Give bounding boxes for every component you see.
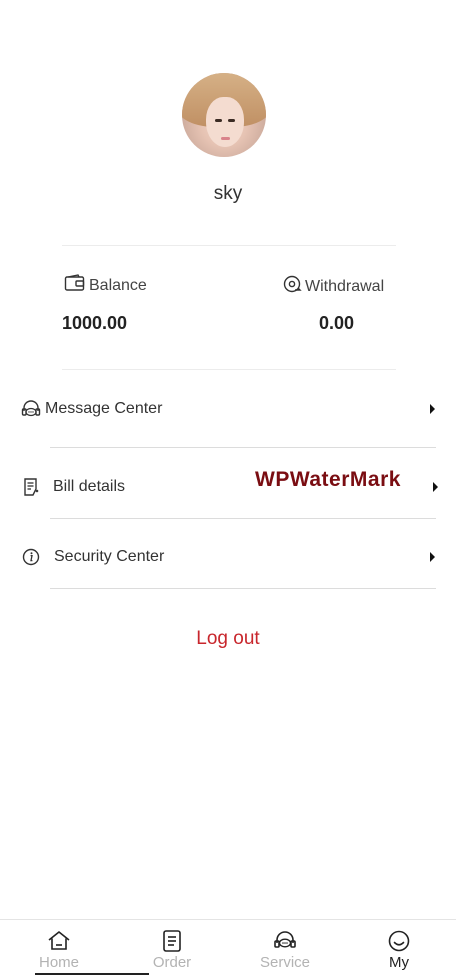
- divider-top: [62, 245, 396, 246]
- row-divider: [50, 588, 436, 589]
- menu-item-label: Security Center: [54, 548, 165, 565]
- tab-my[interactable]: My: [342, 920, 456, 977]
- withdrawal-label: Withdrawal: [282, 274, 384, 299]
- row-divider: [50, 518, 436, 519]
- avatar-mouth: [221, 137, 230, 140]
- tab-underline: [35, 973, 149, 975]
- avatar-eye-right: [228, 119, 235, 122]
- withdrawal-icon: [282, 274, 302, 299]
- chevron-right-icon: [430, 552, 435, 562]
- service-icon: [272, 928, 298, 954]
- balance-label-text: Balance: [89, 276, 147, 294]
- menu-item-label: Message Center: [45, 400, 163, 417]
- home-icon: [46, 928, 72, 954]
- menu-item-message-center[interactable]: Message Center: [0, 391, 456, 427]
- tab-order[interactable]: Order: [115, 920, 229, 977]
- row-divider: [50, 447, 436, 448]
- order-icon: [159, 928, 185, 954]
- menu-item-security-center[interactable]: Security Center: [0, 539, 456, 575]
- balance-value: 1000.00: [62, 313, 128, 333]
- info-icon: [20, 546, 42, 568]
- headset-icon: [20, 398, 42, 420]
- logout-button[interactable]: Log out: [0, 628, 456, 650]
- withdrawal-label-text: Withdrawal: [305, 277, 385, 295]
- tab-label: Order: [152, 954, 192, 971]
- username: sky: [213, 183, 243, 204]
- withdrawal-value: 0.00: [319, 313, 355, 333]
- avatar[interactable]: [182, 73, 266, 157]
- chevron-right-icon: [433, 482, 438, 492]
- divider-bottom: [62, 369, 396, 370]
- tab-label: Home: [38, 954, 79, 971]
- chevron-right-icon: [430, 404, 435, 414]
- watermark-text: WPWaterMark: [255, 468, 401, 491]
- tab-service[interactable]: Service: [228, 920, 342, 977]
- wallet-icon: [64, 274, 86, 297]
- bill-icon: [20, 476, 42, 498]
- tab-label: Service: [259, 954, 311, 971]
- tab-home[interactable]: Home: [2, 920, 116, 977]
- smile-icon: [386, 928, 412, 954]
- avatar-eye-left: [215, 119, 222, 122]
- menu-item-label: Bill details: [53, 478, 126, 495]
- tab-label: My: [389, 954, 409, 971]
- bottom-tab-bar: Home Order Service My: [0, 919, 456, 977]
- balance-label: Balance: [64, 274, 147, 297]
